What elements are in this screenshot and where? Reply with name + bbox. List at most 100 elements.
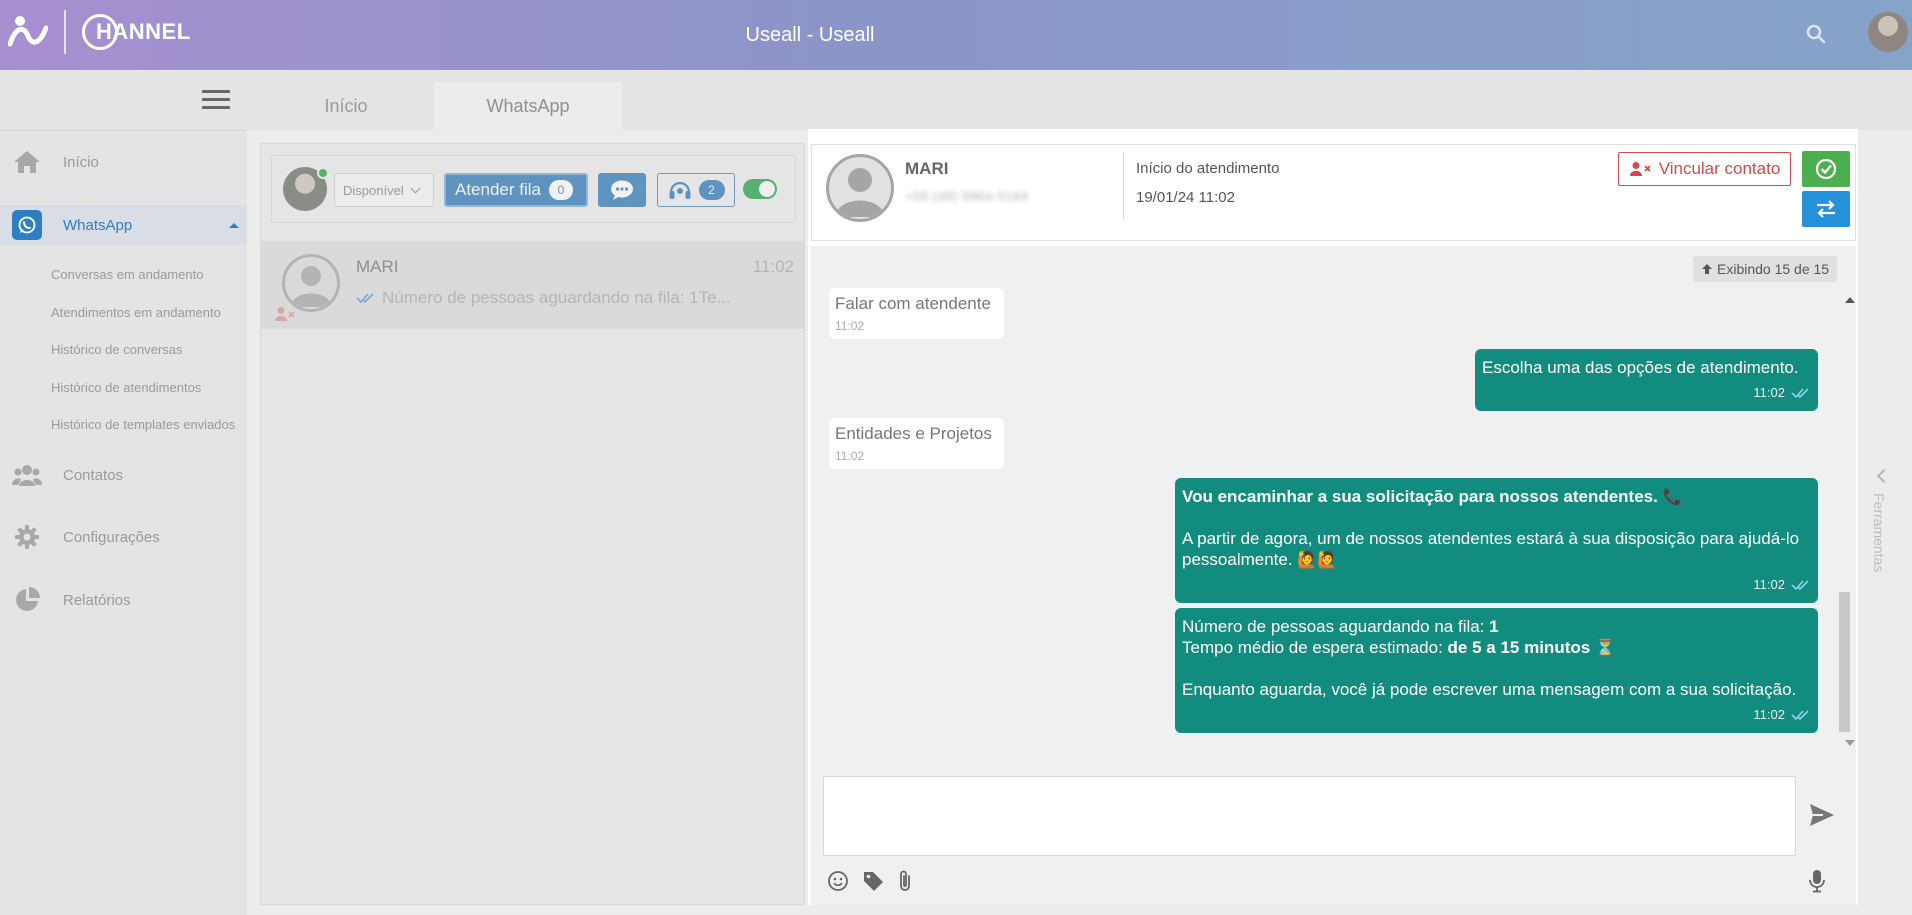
wait-time-line: Tempo médio de espera estimado: de 5 a 1… bbox=[1182, 638, 1615, 657]
message-bold-line: Vou encaminhar a sua solicitação para no… bbox=[1182, 487, 1683, 506]
message-time: 11:02 bbox=[835, 319, 865, 333]
message-text: A partir de agora, um de nossos atendent… bbox=[1182, 529, 1800, 569]
conversation-preview: Número de pessoas aguardando na fila: 1T… bbox=[356, 288, 736, 308]
microphone-icon[interactable] bbox=[1805, 869, 1829, 893]
tools-drawer-label: Ferramentas bbox=[1871, 493, 1887, 573]
online-status-dot bbox=[317, 167, 329, 179]
conversation-avatar bbox=[282, 254, 340, 312]
check-circle-icon bbox=[1815, 158, 1837, 180]
tools-drawer-toggle[interactable]: Ferramentas bbox=[1869, 463, 1899, 593]
menu-toggle-icon[interactable] bbox=[202, 90, 230, 110]
showing-count-label: Exibindo 15 de 15 bbox=[1717, 261, 1830, 277]
chevron-down-icon bbox=[410, 183, 421, 193]
message-text: Enquanto aguarda, você já pode escrever … bbox=[1182, 680, 1797, 699]
conversation-preview-text: Número de pessoas aguardando na fila: 1T… bbox=[382, 288, 731, 307]
caret-up-icon bbox=[229, 223, 239, 228]
message-input[interactable] bbox=[823, 776, 1796, 856]
sidebar-item-whatsapp[interactable]: WhatsApp bbox=[0, 205, 247, 245]
attend-queue-label: Atender fila bbox=[455, 180, 541, 199]
home-icon bbox=[12, 147, 42, 177]
tabs-bar: Início WhatsApp bbox=[247, 70, 1912, 130]
sidebar-item-label: WhatsApp bbox=[63, 216, 133, 234]
double-check-icon bbox=[1791, 709, 1809, 720]
service-start-label: Início do atendimento bbox=[1136, 160, 1280, 177]
emoji-icon[interactable] bbox=[826, 869, 850, 893]
message-incoming: Falar com atendente 11:02 bbox=[829, 288, 1004, 339]
message-incoming: Entidades e Projetos 11:02 bbox=[829, 418, 1004, 469]
attachment-icon[interactable] bbox=[893, 869, 917, 893]
user-avatar[interactable] bbox=[1868, 12, 1908, 52]
tab-whatsapp[interactable]: WhatsApp bbox=[434, 82, 622, 130]
message-text: Entidades e Projetos bbox=[835, 424, 992, 443]
chevron-left-icon bbox=[1876, 468, 1892, 484]
message-text: Escolha uma das opções de atendimento. bbox=[1482, 358, 1799, 377]
top-bar: HANNEL Useall - Useall bbox=[0, 0, 1912, 70]
sidebar-subitem-historico-conversas[interactable]: Histórico de conversas bbox=[51, 342, 183, 357]
person-raising-hand-emoji-icon: 🙋🙋 bbox=[1297, 550, 1338, 569]
sidebar-item-label: Contatos bbox=[63, 466, 124, 484]
link-contact-button[interactable]: Vincular contato bbox=[1618, 152, 1791, 186]
header-separator bbox=[1123, 152, 1124, 220]
agents-count-badge: 2 bbox=[698, 180, 725, 200]
pie-chart-icon bbox=[12, 585, 42, 615]
online-agents-button[interactable]: 2 bbox=[657, 173, 735, 207]
message-time: 11:02 bbox=[835, 449, 865, 463]
double-check-icon bbox=[1791, 387, 1809, 398]
status-select-value: Disponível bbox=[343, 182, 404, 198]
headset-icon bbox=[669, 181, 690, 199]
double-check-icon bbox=[356, 293, 374, 304]
new-chat-button[interactable] bbox=[598, 173, 646, 207]
contact-name: MARI bbox=[905, 159, 949, 178]
conversation-list-item[interactable] bbox=[261, 241, 804, 329]
contact-phone: +55 (48) 9964-5164 bbox=[905, 188, 1029, 204]
message-meta: 11:02 bbox=[1482, 382, 1811, 403]
finish-service-button[interactable] bbox=[1802, 151, 1850, 187]
link-contact-label: Vincular contato bbox=[1658, 159, 1781, 178]
conversation-name: MARI bbox=[356, 257, 399, 276]
attend-queue-button[interactable]: Atender fila 0 bbox=[444, 173, 588, 207]
whatsapp-icon bbox=[12, 210, 42, 240]
transfer-arrows-icon bbox=[1817, 200, 1835, 218]
unlinked-contact-icon bbox=[275, 307, 295, 321]
message-outgoing: Escolha uma das opções de atendimento. 1… bbox=[1475, 349, 1818, 411]
sidebar-item-relatorios[interactable]: Relatórios bbox=[0, 580, 247, 620]
phone-emoji-icon: 📞 bbox=[1662, 487, 1683, 506]
transfer-button[interactable] bbox=[1802, 191, 1850, 227]
sidebar-item-label: Relatórios bbox=[63, 591, 131, 609]
contacts-icon bbox=[12, 460, 42, 490]
message-time: 11:02 bbox=[1753, 707, 1785, 722]
sidebar-item-label: Configurações bbox=[63, 528, 160, 546]
sidebar-subitem-conversas-em-andamento[interactable]: Conversas em andamento bbox=[51, 267, 203, 282]
sidebar-subitem-atendimentos-em-andamento[interactable]: Atendimentos em andamento bbox=[51, 305, 221, 320]
sidebar-item-inicio[interactable]: Início bbox=[0, 142, 247, 182]
conversation-time: 11:02 bbox=[752, 257, 794, 276]
send-icon[interactable] bbox=[1808, 802, 1836, 828]
scroll-up-arrow-icon[interactable] bbox=[1845, 297, 1855, 303]
sidebar-subitem-historico-atendimentos[interactable]: Histórico de atendimentos bbox=[51, 380, 201, 395]
hourglass-icon: ⏳ bbox=[1594, 638, 1615, 657]
sidebar: Início WhatsApp Conversas em andamento A… bbox=[0, 70, 247, 915]
gear-icon bbox=[12, 522, 42, 552]
unlinked-contact-icon bbox=[1629, 162, 1651, 176]
chat-bubble-icon bbox=[611, 180, 633, 200]
status-select[interactable]: Disponível bbox=[334, 173, 434, 207]
message-time: 11:02 bbox=[1753, 385, 1785, 400]
scroll-down-arrow-icon[interactable] bbox=[1845, 740, 1855, 746]
sidebar-item-contatos[interactable]: Contatos bbox=[0, 455, 247, 495]
contact-avatar bbox=[826, 154, 894, 222]
sidebar-item-configuracoes[interactable]: Configurações bbox=[0, 517, 247, 557]
message-outgoing: Vou encaminhar a sua solicitação para no… bbox=[1175, 478, 1818, 603]
sidebar-item-label: Início bbox=[63, 153, 99, 171]
message-meta: 11:02 bbox=[1182, 704, 1811, 725]
load-more-messages[interactable]: Exibindo 15 de 15 bbox=[1693, 256, 1838, 282]
scrollbar-thumb[interactable] bbox=[1839, 592, 1850, 732]
app-title: Useall - Useall bbox=[745, 24, 875, 46]
tag-icon[interactable] bbox=[861, 869, 885, 893]
sidebar-divider bbox=[0, 130, 247, 131]
message-time: 11:02 bbox=[1753, 577, 1785, 592]
sidebar-subitem-historico-templates[interactable]: Histórico de templates enviados bbox=[51, 417, 235, 432]
availability-toggle[interactable] bbox=[743, 179, 777, 199]
queue-count-badge: 0 bbox=[549, 180, 573, 200]
tab-inicio[interactable]: Início bbox=[252, 82, 440, 130]
search-icon[interactable] bbox=[1804, 22, 1828, 46]
